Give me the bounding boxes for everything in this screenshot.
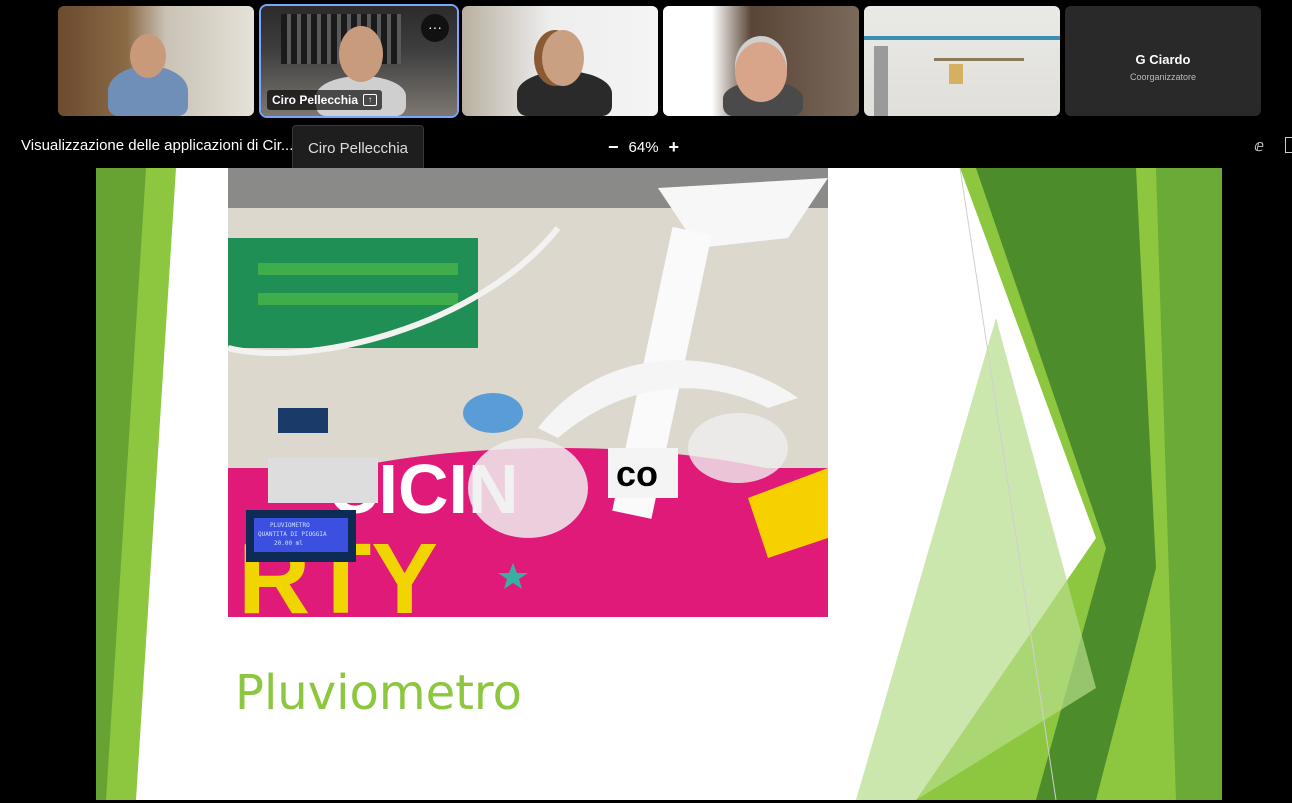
- more-options-button[interactable]: ···: [421, 14, 449, 42]
- lcd-line-3: 20.00 ml: [274, 540, 303, 547]
- lcd-line-1: PLUVIOMETRO: [270, 522, 310, 529]
- participant-head: [735, 42, 787, 102]
- participant-name-tag: Ciro Pellecchia ↑: [267, 90, 383, 110]
- share-title: Visualizzazione delle applicazioni di Ci…: [21, 137, 294, 154]
- beaker-2: [688, 413, 788, 483]
- green-pipe-2: [258, 293, 458, 305]
- participant-tile[interactable]: [58, 6, 254, 116]
- zoom-level: 64%: [628, 139, 659, 156]
- participant-tile[interactable]: [864, 6, 1060, 116]
- green-pipe-1: [258, 263, 458, 275]
- photo-svg: CICIN RTY co PLUVIOMETRO QUANTITA DI PIO…: [228, 168, 828, 617]
- participant-name: G Ciardo: [1135, 52, 1191, 67]
- breadboard: [268, 458, 378, 503]
- participant-tile[interactable]: [462, 6, 658, 116]
- wall-stripe: [864, 36, 1060, 40]
- participant-name: Ciro Pellecchia: [272, 93, 359, 107]
- participants-strip: ··· Ciro Pellecchia ↑ G Ciardo Coorganiz…: [0, 0, 1292, 124]
- zoom-in-button[interactable]: +: [669, 137, 680, 158]
- blue-ball: [463, 393, 523, 433]
- participant-head: [130, 34, 166, 78]
- shelf: [934, 58, 1024, 61]
- zoom-controls: − 64% +: [608, 137, 679, 158]
- shared-slide: CICIN RTY co PLUVIOMETRO QUANTITA DI PIO…: [96, 168, 1222, 800]
- object: [949, 64, 963, 84]
- participant-head: [542, 30, 584, 86]
- arduino-board: [278, 408, 328, 433]
- door-frame: [874, 46, 888, 116]
- screen-share-icon: ↑: [363, 94, 378, 106]
- participant-head: [339, 26, 383, 82]
- tooltip: Ciro Pellecchia: [292, 125, 424, 173]
- participant-tile[interactable]: [663, 6, 859, 116]
- participant-tile-active[interactable]: ··· Ciro Pellecchia ↑: [259, 4, 459, 118]
- slide-photo: CICIN RTY co PLUVIOMETRO QUANTITA DI PIO…: [228, 168, 828, 617]
- participant-tile-name[interactable]: G Ciardo Coorganizzatore: [1065, 6, 1261, 116]
- participant-role: Coorganizzatore: [1129, 72, 1197, 82]
- video-background: [864, 6, 1060, 116]
- co-label: co: [616, 453, 658, 494]
- annotate-icon[interactable]: ⅇ: [1254, 136, 1264, 156]
- beaker: [468, 438, 588, 538]
- share-toolbar: Visualizzazione delle applicazioni di Ci…: [0, 124, 1292, 168]
- slide-title: Pluviometro: [235, 665, 522, 721]
- popout-icon[interactable]: [1285, 137, 1292, 153]
- zoom-out-button[interactable]: −: [608, 137, 619, 158]
- lcd-line-2: QUANTITA DI PIOGGIA: [258, 531, 327, 538]
